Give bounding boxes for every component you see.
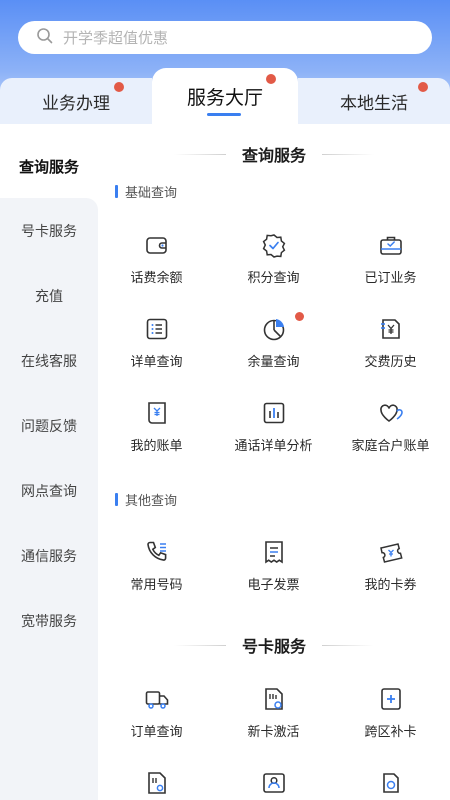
sidebar-item-label: 通信服务 [21,548,77,565]
grid-item-label: 电子发票 [247,578,300,593]
grid-item-call-analysis[interactable]: 通话详单分析 [215,400,332,462]
tab-label: 业务办理 [42,93,110,114]
sidebar-item-label: 在线客服 [21,353,77,370]
sidebar-item-label: 查询服务 [18,157,79,176]
wallet-icon [144,232,170,258]
bar-chart-icon [261,400,287,426]
grid-item-label: 我的卡券 [364,578,417,593]
sidebar-item-online-service[interactable]: 在线客服 [0,328,98,393]
grid-item-e-invoice[interactable]: 电子发票 [215,539,332,601]
grid-item-label: 话费余额 [130,271,183,286]
id-card-icon [261,770,287,796]
grid-item-label: 已订业务 [364,271,417,286]
sidebar-item-feedback[interactable]: 问题反馈 [0,393,98,458]
divider [173,644,226,646]
divider [173,153,226,155]
section-title-card: 号卡服务 [98,633,450,657]
grid-item-balance[interactable]: 话费余额 [98,232,215,294]
list-icon [144,316,170,342]
subsection-title: 基础查询 [125,185,178,201]
tab-service-hall[interactable]: 服务大厅 [152,68,298,124]
notification-dot [418,82,428,92]
content-area: 查询服务 号卡服务 充值 在线客服 问题反馈 网点查询 通信服务 宽带服务 查询… [0,124,450,800]
notification-dot [266,74,276,84]
sidebar-item-outlets[interactable]: 网点查询 [0,458,98,523]
grid-item-remaining[interactable]: 余量查询 [215,312,332,378]
grid-item-label: 家庭合户账单 [351,439,430,454]
sidebar-item-recharge[interactable]: 充值 [0,263,98,328]
sidebar-item-card[interactable]: 号卡服务 [0,198,98,263]
grid-item-reissue-card[interactable]: 跨区补卡 [332,686,449,748]
notification-dot [295,312,304,321]
grid-item-my-coupons[interactable]: 我的卡券 [332,539,449,601]
doc-search-icon [378,770,404,796]
grid-item-label: 交费历史 [364,355,417,370]
search-bar[interactable]: 开学季超值优惠 [18,21,432,54]
sidebar-item-label: 号卡服务 [21,223,77,240]
divider [322,153,374,155]
section-title-query: 查询服务 [98,142,450,166]
grid-item-partial[interactable] [215,770,332,800]
subsection-basic: 基础查询 [115,182,178,201]
sidebar-item-label: 充值 [35,288,63,305]
subsection-title: 其他查询 [125,493,178,509]
briefcase-check-icon [378,232,404,258]
main-panel: 查询服务 基础查询 话费余额 积分查询 已订业务 详单查询 余量查询 交费历史 … [98,124,450,800]
grid-item-label: 通话详单分析 [234,439,313,454]
sidebar-item-label: 问题反馈 [21,418,77,435]
section-title-text: 查询服务 [241,146,306,165]
grid-item-payment-history[interactable]: 交费历史 [332,316,449,378]
section-title-text: 号卡服务 [241,637,306,656]
grid-item-label: 积分查询 [247,271,300,286]
top-tabs: 业务办理 本地生活 服务大厅 [0,68,450,124]
grid-item-my-bill[interactable]: 我的账单 [98,400,215,462]
sidebar-item-label: 网点查询 [21,483,77,500]
subsection-marker [115,184,118,198]
grid-item-label: 详单查询 [130,355,183,370]
sim-icon [261,686,287,712]
sidebar-item-broadband[interactable]: 宽带服务 [0,588,98,800]
sidebar-item-query[interactable]: 查询服务 [0,132,98,200]
search-icon [36,27,54,49]
grid-item-activate-card[interactable]: 新卡激活 [215,686,332,748]
sim-card-icon [144,770,170,796]
subsection-marker [115,492,118,506]
plus-doc-icon [378,686,404,712]
tab-local-life[interactable]: 本地生活 [298,78,450,124]
notification-dot [114,82,124,92]
tab-label: 服务大厅 [186,86,263,109]
subsection-other: 其他查询 [115,490,178,509]
grid-item-label: 跨区补卡 [364,725,417,740]
receipt-icon [261,539,287,565]
grid-item-order-query[interactable]: 订单查询 [98,686,215,748]
grid-item-partial[interactable] [98,770,215,800]
divider [322,644,374,646]
grid-item-detail-bill[interactable]: 详单查询 [98,316,215,378]
active-tab-indicator [207,113,241,116]
sidebar: 查询服务 号卡服务 充值 在线客服 问题反馈 网点查询 通信服务 宽带服务 [0,124,98,800]
tab-label: 本地生活 [340,93,408,114]
grid-item-label: 常用号码 [130,578,183,593]
pie-chart-icon [261,316,287,342]
grid-item-label: 新卡激活 [247,725,300,740]
search-placeholder: 开学季超值优惠 [63,29,169,47]
grid-item-partial[interactable] [332,770,449,800]
badge-check-icon [261,232,287,258]
grid-item-label: 订单查询 [130,725,183,740]
yen-doc-icon [378,316,404,342]
sidebar-item-telecom[interactable]: 通信服务 [0,523,98,588]
tab-business[interactable]: 业务办理 [0,78,152,124]
grid-item-family-bill[interactable]: 家庭合户账单 [332,400,449,462]
grid-item-label: 余量查询 [247,355,300,370]
phone-icon [144,539,170,565]
bill-icon [144,400,170,426]
coupon-icon [378,539,404,565]
grid-item-points[interactable]: 积分查询 [215,232,332,294]
grid-item-subscriptions[interactable]: 已订业务 [332,232,449,294]
hearts-icon [378,400,404,426]
sidebar-item-label: 宽带服务 [21,614,77,630]
grid-item-label: 我的账单 [130,439,183,454]
truck-icon [144,686,170,712]
grid-item-common-numbers[interactable]: 常用号码 [98,539,215,601]
